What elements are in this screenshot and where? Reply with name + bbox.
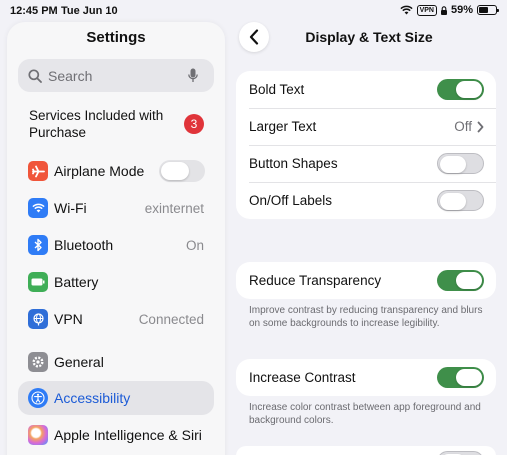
larger-text-value: Off bbox=[454, 119, 472, 134]
sidebar-item-general[interactable]: General bbox=[18, 345, 214, 379]
sidebar-item-vpn[interactable]: VPN Connected bbox=[18, 302, 214, 336]
gear-icon bbox=[28, 352, 48, 372]
sidebar-item-label: Bluetooth bbox=[54, 237, 114, 253]
battery-status-icon bbox=[477, 5, 499, 15]
increase-contrast-toggle[interactable] bbox=[437, 367, 484, 388]
next-setting-toggle[interactable] bbox=[437, 451, 484, 455]
button-shapes-toggle[interactable] bbox=[437, 153, 484, 174]
reduce-transparency-toggle[interactable] bbox=[437, 270, 484, 291]
battery-percent: 59% bbox=[450, 4, 473, 16]
back-button[interactable] bbox=[239, 22, 269, 52]
on-off-labels-toggle[interactable] bbox=[437, 190, 484, 211]
chevron-right-icon bbox=[477, 121, 484, 132]
bold-text-toggle[interactable] bbox=[437, 79, 484, 100]
notification-badge: 3 bbox=[184, 114, 204, 134]
wifi-status-icon bbox=[399, 5, 413, 15]
sidebar-title: Settings bbox=[86, 29, 146, 46]
sidebar-item-apple-intelligence-siri[interactable]: Apple Intelligence & Siri bbox=[18, 418, 214, 452]
chevron-left-icon bbox=[249, 29, 259, 45]
sidebar-item-battery[interactable]: Battery bbox=[18, 265, 214, 299]
sidebar-item-label: Wi-Fi bbox=[54, 200, 87, 216]
sidebar-item-label: Apple Intelligence & Siri bbox=[54, 427, 202, 443]
sidebar-item-bluetooth[interactable]: Bluetooth On bbox=[18, 228, 214, 262]
bluetooth-value: On bbox=[185, 237, 204, 253]
vpn-status-badge: VPN bbox=[416, 4, 437, 16]
increase-contrast-group: Increase Contrast bbox=[236, 359, 496, 396]
row-label: Larger Text bbox=[249, 119, 317, 134]
on-off-labels-row: On/Off Labels bbox=[236, 182, 496, 219]
bold-text-row: Bold Text bbox=[236, 71, 496, 108]
status-bar: 12:45 PM Tue Jun 10 VPN 59% bbox=[0, 0, 507, 22]
row-label: Button Shapes bbox=[249, 156, 338, 171]
search-input[interactable]: Search bbox=[18, 59, 214, 92]
settings-sidebar: Settings Search Services Included with P… bbox=[7, 22, 225, 455]
status-time: 12:45 PM bbox=[10, 5, 58, 17]
display-options-group: Bold Text Larger Text Off Button Shapes … bbox=[236, 71, 496, 219]
row-label: Reduce Transparency bbox=[249, 273, 382, 288]
wifi-icon bbox=[28, 198, 48, 218]
search-placeholder: Search bbox=[48, 67, 93, 84]
search-icon bbox=[28, 68, 42, 83]
siri-icon bbox=[28, 425, 48, 445]
vpn-status-value: Connected bbox=[138, 311, 204, 327]
sidebar-item-label: VPN bbox=[54, 311, 83, 327]
larger-text-row[interactable]: Larger Text Off bbox=[236, 108, 496, 145]
microphone-icon[interactable] bbox=[188, 68, 198, 83]
status-indicators: VPN 59% bbox=[399, 4, 499, 16]
reduce-transparency-footnote: Improve contrast by reducing transparenc… bbox=[249, 305, 483, 329]
row-label: Increase Contrast bbox=[249, 370, 356, 385]
reduce-transparency-group: Reduce Transparency bbox=[236, 262, 496, 299]
battery-icon bbox=[28, 272, 48, 292]
lock-status-icon bbox=[440, 5, 447, 15]
accessibility-icon bbox=[28, 388, 48, 408]
button-shapes-row: Button Shapes bbox=[236, 145, 496, 182]
sidebar-item-label: Battery bbox=[54, 274, 99, 290]
sidebar-item-accessibility[interactable]: Accessibility bbox=[18, 381, 214, 415]
services-included-item[interactable]: Services Included with Purchase bbox=[29, 107, 209, 141]
vpn-icon bbox=[28, 309, 48, 329]
sidebar-item-airplane-mode[interactable]: Airplane Mode bbox=[18, 154, 214, 188]
sidebar-item-label: Accessibility bbox=[54, 390, 131, 406]
next-settings-group bbox=[236, 446, 496, 455]
row-label: Bold Text bbox=[249, 82, 305, 97]
row-label: On/Off Labels bbox=[249, 193, 333, 208]
sidebar-item-wifi[interactable]: Wi-Fi exinternet bbox=[18, 191, 214, 225]
airplane-icon bbox=[28, 161, 48, 181]
increase-contrast-footnote: Increase color contrast between app fore… bbox=[249, 402, 481, 426]
page-title: Display & Text Size bbox=[305, 29, 433, 45]
bluetooth-icon bbox=[28, 235, 48, 255]
reduce-transparency-row: Reduce Transparency bbox=[236, 262, 496, 299]
wifi-network-value: exinternet bbox=[144, 200, 204, 216]
sidebar-item-label: Airplane Mode bbox=[54, 163, 145, 179]
airplane-mode-toggle[interactable] bbox=[159, 160, 205, 182]
increase-contrast-row: Increase Contrast bbox=[236, 359, 496, 396]
sidebar-item-label: General bbox=[54, 354, 104, 370]
status-date: Tue Jun 10 bbox=[61, 5, 118, 17]
